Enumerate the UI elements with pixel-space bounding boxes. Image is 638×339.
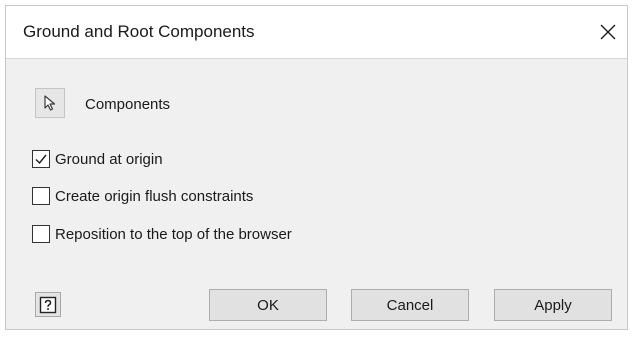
title-bar: Ground and Root Components [6,6,627,59]
create-origin-flush-constraints-label: Create origin flush constraints [55,187,254,205]
help-icon [39,296,57,313]
ground-at-origin-option[interactable]: Ground at origin [32,149,163,169]
components-label: Components [85,96,171,113]
arrow-cursor-icon [44,95,56,111]
reposition-to-top-option[interactable]: Reposition to the top of the browser [32,224,292,244]
cancel-button[interactable]: Cancel [351,289,469,321]
apply-button[interactable]: Apply [494,289,612,321]
checkmark-icon [35,154,47,165]
ground-at-origin-checkbox[interactable] [32,150,50,168]
dialog-body: Components Ground at origin Create origi… [6,59,627,329]
dialog-title: Ground and Root Components [23,22,255,41]
reposition-to-top-label: Reposition to the top of the browser [55,225,292,243]
create-origin-flush-constraints-option[interactable]: Create origin flush constraints [32,186,253,206]
ground-at-origin-label: Ground at origin [55,150,163,168]
close-icon [600,24,616,40]
close-button[interactable] [589,14,627,50]
ground-and-root-dialog: Ground and Root Components Components Gr… [5,5,628,330]
components-select-button[interactable] [35,88,65,118]
help-button[interactable] [35,292,61,317]
reposition-to-top-checkbox[interactable] [32,225,50,243]
ok-button[interactable]: OK [209,289,327,321]
create-origin-flush-constraints-checkbox[interactable] [32,187,50,205]
